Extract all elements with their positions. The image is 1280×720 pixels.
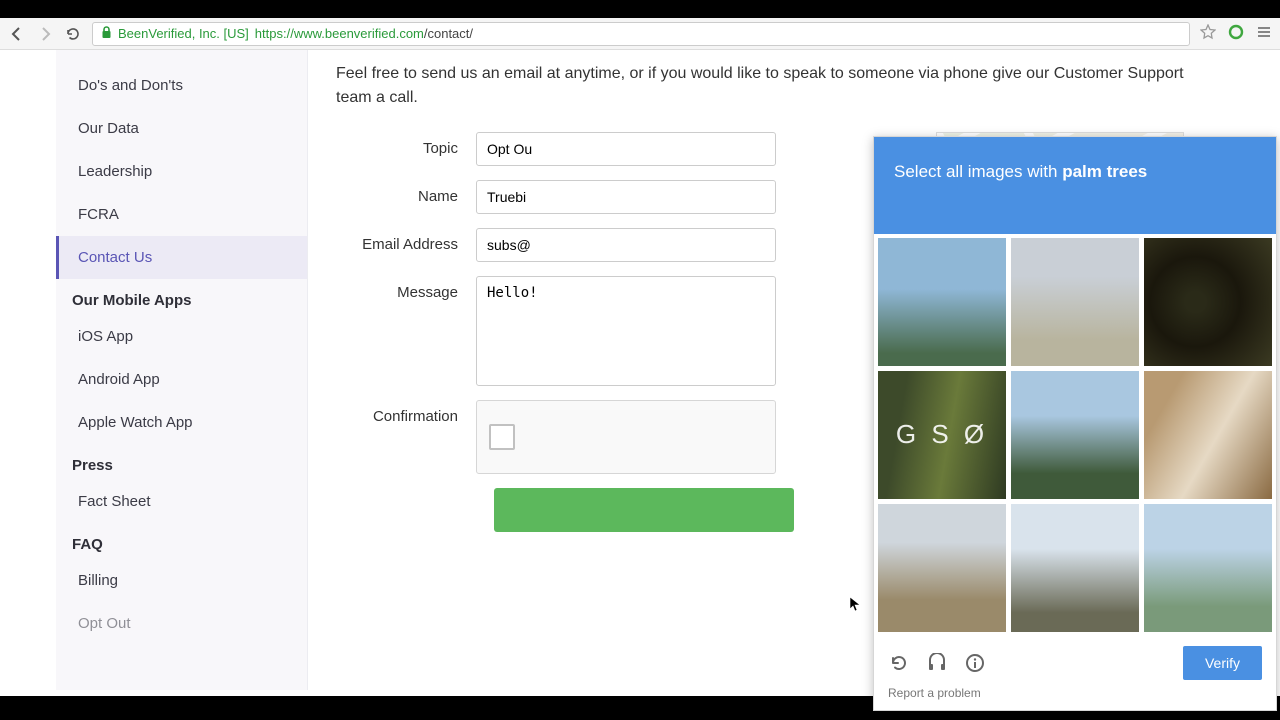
sidebar-section-faq: FAQ — [56, 523, 307, 559]
captcha-tile-9[interactable] — [1144, 504, 1272, 632]
menu-icon[interactable] — [1256, 24, 1272, 43]
captcha-tile-2[interactable] — [1011, 238, 1139, 366]
sidebar-item-contact-us[interactable]: Contact Us — [56, 236, 307, 279]
sidebar-item-applewatch[interactable]: Apple Watch App — [56, 401, 307, 444]
name-field[interactable] — [476, 180, 776, 214]
sidebar-item-factsheet[interactable]: Fact Sheet — [56, 480, 307, 523]
sidebar: Do's and Don'ts Our Data Leadership FCRA… — [56, 50, 308, 690]
sidebar-item-ios[interactable]: iOS App — [56, 315, 307, 358]
submit-button[interactable] — [494, 488, 794, 532]
captcha-tile-1[interactable] — [878, 238, 1006, 366]
captcha-reload-icon[interactable] — [888, 653, 910, 673]
reload-button[interactable] — [64, 25, 82, 43]
captcha-instruction: Select all images with palm trees — [874, 137, 1276, 234]
forward-button[interactable] — [36, 25, 54, 43]
label-message: Message — [336, 276, 476, 301]
captcha-tile-8[interactable] — [1011, 504, 1139, 632]
recaptcha-widget[interactable] — [476, 400, 776, 474]
captcha-tile-3[interactable] — [1144, 238, 1272, 366]
address-bar[interactable]: BeenVerified, Inc. [US] https://www.been… — [92, 22, 1190, 46]
sidebar-item-our-data[interactable]: Our Data — [56, 107, 307, 150]
captcha-info-icon[interactable] — [964, 653, 986, 673]
url-text: https://www.beenverified.com/contact/ — [255, 26, 473, 41]
captcha-audio-icon[interactable] — [926, 653, 948, 673]
label-confirmation: Confirmation — [336, 400, 476, 425]
label-name: Name — [336, 180, 476, 205]
intro-text: Feel free to send us an email at anytime… — [336, 62, 1196, 110]
cursor-icon — [849, 596, 861, 615]
captcha-grid — [874, 234, 1276, 636]
lock-icon — [101, 26, 112, 42]
captcha-tile-5[interactable] — [1011, 371, 1139, 499]
sidebar-item-dos-donts[interactable]: Do's and Don'ts — [56, 64, 307, 107]
message-field[interactable]: Hello! — [476, 276, 776, 386]
ev-identity: BeenVerified, Inc. [US] — [118, 26, 249, 41]
sidebar-item-android[interactable]: Android App — [56, 358, 307, 401]
star-icon[interactable] — [1200, 24, 1216, 43]
main-content: Feel free to send us an email at anytime… — [308, 50, 1224, 690]
browser-toolbar: BeenVerified, Inc. [US] https://www.been… — [0, 18, 1280, 50]
captcha-tile-7[interactable] — [878, 504, 1006, 632]
sidebar-section-press: Press — [56, 444, 307, 480]
sidebar-item-fcra[interactable]: FCRA — [56, 193, 307, 236]
email-field[interactable] — [476, 228, 776, 262]
report-problem-link[interactable]: Report a problem — [888, 686, 1262, 700]
captcha-tile-6[interactable] — [1144, 371, 1272, 499]
captcha-challenge: Select all images with palm trees — [873, 136, 1277, 711]
verify-button[interactable]: Verify — [1183, 646, 1262, 680]
sidebar-item-leadership[interactable]: Leadership — [56, 150, 307, 193]
sidebar-section-mobile: Our Mobile Apps — [56, 279, 307, 315]
sidebar-item-optout[interactable]: Opt Out — [56, 602, 307, 645]
extension-icon[interactable] — [1228, 24, 1244, 43]
recaptcha-checkbox[interactable] — [489, 424, 515, 450]
label-email: Email Address — [336, 228, 476, 253]
sidebar-item-billing[interactable]: Billing — [56, 559, 307, 602]
topic-select[interactable] — [476, 132, 776, 166]
captcha-tile-4[interactable] — [878, 371, 1006, 499]
label-topic: Topic — [336, 132, 476, 157]
back-button[interactable] — [8, 25, 26, 43]
